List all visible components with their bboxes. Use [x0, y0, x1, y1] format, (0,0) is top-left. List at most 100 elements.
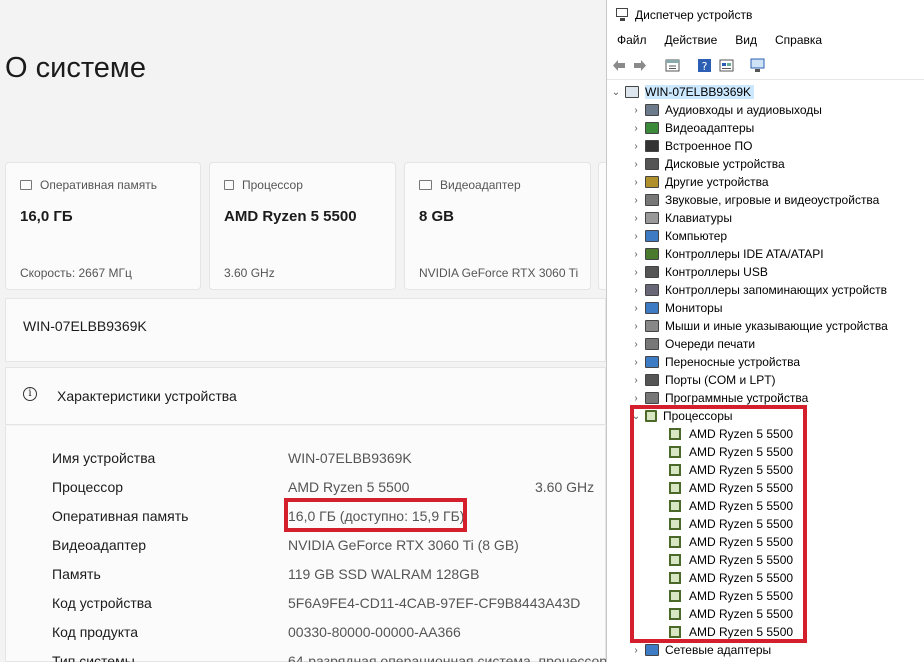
- chevron-right-icon[interactable]: ›: [631, 105, 641, 116]
- chevron-right-icon[interactable]: ›: [631, 195, 641, 206]
- chevron-right-icon[interactable]: ›: [631, 303, 641, 314]
- tree-category-17[interactable]: ⌄ Процессоры: [631, 407, 733, 425]
- tree-category-7[interactable]: › Компьютер: [631, 227, 727, 245]
- tree-category-label: Порты (COM и LPT): [665, 373, 776, 387]
- chevron-right-icon[interactable]: ›: [631, 339, 641, 350]
- tree-category-10[interactable]: › Контроллеры запоминающих устройств: [631, 281, 887, 299]
- tree-processor-item[interactable]: AMD Ryzen 5 5500: [669, 515, 793, 533]
- tree-category-label: Дисковые устройства: [665, 157, 785, 171]
- view-resources-icon[interactable]: [719, 58, 734, 73]
- card-label: Процессор: [242, 178, 303, 192]
- tree-category-2[interactable]: › Встроенное ПО: [631, 137, 752, 155]
- spec-key: Код устройства: [52, 595, 152, 611]
- tree-processor-item[interactable]: AMD Ryzen 5 5500: [669, 605, 793, 623]
- display-adapter-icon: [645, 122, 659, 134]
- forward-arrow-icon[interactable]: [632, 58, 647, 73]
- tree-category-15[interactable]: › Порты (COM и LPT): [631, 371, 776, 389]
- tree-category-9[interactable]: › Контроллеры USB: [631, 263, 768, 281]
- tree-processor-item[interactable]: AMD Ryzen 5 5500: [669, 479, 793, 497]
- tree-category-6[interactable]: › Клавиатуры: [631, 209, 732, 227]
- chevron-right-icon[interactable]: ›: [631, 321, 641, 332]
- spec-row: Оперативная память 16,0 ГБ (доступно: 15,…: [52, 508, 606, 528]
- card-sub: 3.60 GHz: [224, 266, 275, 280]
- spec-value: NVIDIA GeForce RTX 3060 Ti (8 GB): [288, 537, 519, 553]
- menu-action[interactable]: Действие: [655, 30, 726, 52]
- window-title: Диспетчер устройств: [635, 8, 753, 22]
- tree-category-5[interactable]: › Звуковые, игровые и видеоустройства: [631, 191, 879, 209]
- computer-icon: [625, 86, 639, 98]
- tree-category-16[interactable]: › Программные устройства: [631, 389, 808, 407]
- device-specs-header[interactable]: i Характеристики устройства: [5, 367, 606, 425]
- tree-processor-item[interactable]: AMD Ryzen 5 5500: [669, 497, 793, 515]
- tree-processor-item[interactable]: AMD Ryzen 5 5500: [669, 623, 793, 641]
- processor-label: AMD Ryzen 5 5500: [689, 589, 794, 603]
- cpu-card[interactable]: Процессор AMD Ryzen 5 5500 3.60 GHz: [209, 162, 396, 290]
- chevron-right-icon[interactable]: ›: [631, 375, 641, 386]
- chevron-right-icon[interactable]: ›: [631, 285, 641, 296]
- tree-category-14[interactable]: › Переносные устройства: [631, 353, 800, 371]
- tree-category-12[interactable]: › Мыши и иные указывающие устройства: [631, 317, 887, 335]
- storage-controller-icon: [645, 284, 659, 296]
- menu-help[interactable]: Справка: [765, 30, 830, 52]
- tree-category-3[interactable]: › Дисковые устройства: [631, 155, 785, 173]
- spec-row: Тип системы 64-разрядная операционная сис…: [52, 653, 606, 662]
- menu-bar: Файл Действие Вид Справка: [607, 30, 924, 52]
- chevron-right-icon[interactable]: ›: [631, 177, 641, 188]
- tree-processor-item[interactable]: AMD Ryzen 5 5500: [669, 533, 793, 551]
- tree-processor-item[interactable]: AMD Ryzen 5 5500: [669, 425, 793, 443]
- back-arrow-icon[interactable]: [612, 58, 627, 73]
- menu-file[interactable]: Файл: [607, 30, 655, 52]
- firmware-icon: [645, 140, 659, 152]
- chevron-right-icon[interactable]: ›: [631, 357, 641, 368]
- chevron-right-icon[interactable]: ›: [631, 645, 641, 656]
- tree-category-11[interactable]: › Мониторы: [631, 299, 722, 317]
- processor-icon: [669, 464, 681, 476]
- processor-icon: [669, 572, 681, 584]
- processor-icon: [669, 482, 681, 494]
- tree-category-label: Компьютер: [665, 229, 728, 243]
- ram-card[interactable]: Оперативная память 16,0 ГБ Скорость: 266…: [5, 162, 201, 290]
- tree-processor-item[interactable]: AMD Ryzen 5 5500: [669, 587, 793, 605]
- spec-value: 119 GB SSD WALRAM 128GB: [288, 566, 480, 582]
- tree-processor-item[interactable]: AMD Ryzen 5 5500: [669, 569, 793, 587]
- menu-view[interactable]: Вид: [725, 30, 765, 52]
- chevron-right-icon[interactable]: ›: [631, 123, 641, 134]
- chevron-down-icon[interactable]: ⌄: [631, 411, 641, 422]
- unknown-device-icon: [645, 176, 659, 188]
- chevron-right-icon[interactable]: ›: [631, 213, 641, 224]
- tree-category-after-0[interactable]: › Сетевые адаптеры: [631, 641, 771, 659]
- tree-processor-item[interactable]: AMD Ryzen 5 5500: [669, 461, 793, 479]
- card-value: 16,0 ГБ: [20, 208, 73, 225]
- device-manager-icon: [616, 8, 628, 21]
- toolbar: ?: [607, 52, 924, 80]
- properties-icon[interactable]: [665, 58, 680, 73]
- chevron-right-icon[interactable]: ›: [631, 141, 641, 152]
- about-system-page: О системе Оперативная память 16,0 ГБ Ско…: [0, 0, 606, 662]
- chevron-right-icon[interactable]: ›: [631, 231, 641, 242]
- page-title: О системе: [5, 52, 146, 84]
- help-icon[interactable]: ?: [697, 58, 712, 73]
- gpu-card[interactable]: Видеоадаптер 8 GB NVIDIA GeForce RTX 306…: [404, 162, 591, 290]
- tree-category-4[interactable]: › Другие устройства: [631, 173, 768, 191]
- tree-category-8[interactable]: › Контроллеры IDE ATA/ATAPI: [631, 245, 823, 263]
- scan-hardware-icon[interactable]: [750, 58, 765, 73]
- tree-category-label: Звуковые, игровые и видеоустройства: [665, 193, 880, 207]
- tree-category-1[interactable]: › Видеоадаптеры: [631, 119, 754, 137]
- spec-value: 64-разрядная операционная система, проце…: [288, 653, 606, 662]
- tree-processor-item[interactable]: AMD Ryzen 5 5500: [669, 551, 793, 569]
- tree-category-0[interactable]: › Аудиовходы и аудиовыходы: [631, 101, 822, 119]
- processor-label: AMD Ryzen 5 5500: [689, 481, 794, 495]
- chevron-right-icon[interactable]: ›: [631, 393, 641, 404]
- spec-key: Память: [52, 566, 101, 582]
- spec-value: WIN-07ELBB9369K: [288, 450, 412, 466]
- chevron-right-icon[interactable]: ›: [631, 249, 641, 260]
- spec-key: Имя устройства: [52, 450, 156, 466]
- chevron-right-icon[interactable]: ›: [631, 159, 641, 170]
- tree-category-13[interactable]: › Очереди печати: [631, 335, 755, 353]
- tree-root[interactable]: ⌄ WIN-07ELBB9369K: [611, 83, 755, 101]
- chevron-right-icon[interactable]: ›: [631, 267, 641, 278]
- device-name-panel[interactable]: WIN-07ELBB9369K: [5, 298, 606, 362]
- tree-processor-item[interactable]: AMD Ryzen 5 5500: [669, 443, 793, 461]
- tree-category-label: Контроллеры USB: [665, 265, 768, 279]
- chevron-down-icon[interactable]: ⌄: [611, 87, 621, 98]
